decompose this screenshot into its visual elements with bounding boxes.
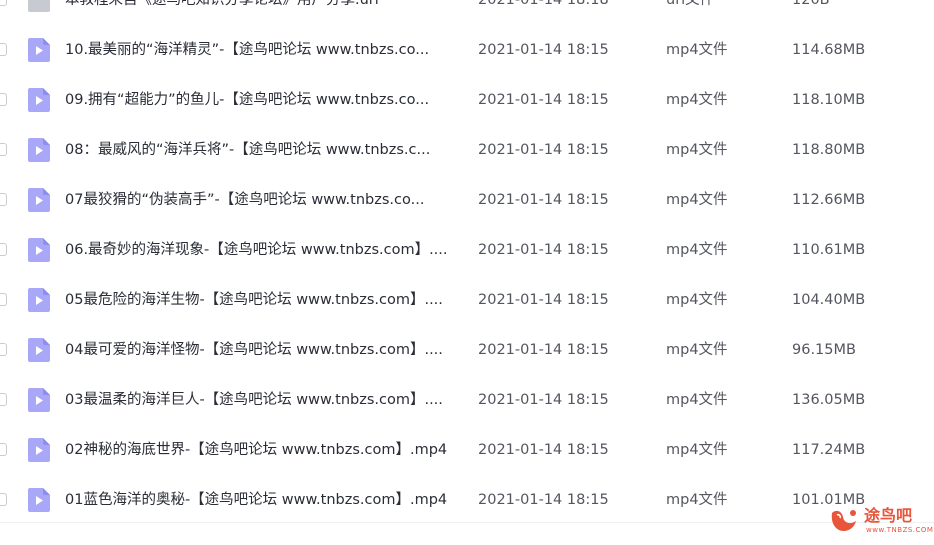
file-name[interactable]: 04最可爱的海洋怪物-【途鸟吧论坛 www.tnbzs.com】.... bbox=[65, 340, 460, 360]
file-row[interactable]: 06.最奇妙的海洋现象-【途鸟吧论坛 www.tnbzs.com】.... 202… bbox=[0, 225, 934, 275]
file-size: 104.40MB bbox=[792, 292, 866, 308]
file-date: 2021-01-14 18:15 bbox=[478, 92, 609, 108]
file-row[interactable]: 09.拥有“超能力”的鱼儿-【途鸟吧论坛 www.tnbzs.co... 2021… bbox=[0, 75, 934, 125]
file-type: mp4文件 bbox=[666, 442, 728, 458]
file-type: mp4文件 bbox=[666, 292, 728, 308]
row-checkbox[interactable] bbox=[0, 0, 7, 6]
video-file-icon bbox=[28, 38, 50, 62]
file-row[interactable]: 01蓝色海洋的奥秘-【途鸟吧论坛 www.tnbzs.com】.mp4 2021-… bbox=[0, 475, 934, 525]
file-name[interactable]: 10.最美丽的“海洋精灵”-【途鸟吧论坛 www.tnbzs.co... bbox=[65, 40, 460, 60]
row-checkbox[interactable] bbox=[0, 393, 7, 406]
file-size: 96.15MB bbox=[792, 342, 856, 358]
video-file-icon bbox=[28, 238, 50, 262]
file-size: 112.66MB bbox=[792, 192, 866, 208]
file-size: 110.61MB bbox=[792, 242, 866, 258]
video-file-icon bbox=[28, 438, 50, 462]
list-bottom-divider bbox=[0, 522, 934, 523]
video-file-icon bbox=[28, 288, 50, 312]
video-file-icon bbox=[28, 488, 50, 512]
watermark: 途鸟吧 www.TNBZS.COM bbox=[828, 503, 933, 539]
generic-file-icon bbox=[28, 0, 50, 12]
file-type: url文件 bbox=[666, 0, 715, 8]
file-date: 2021-01-14 18:15 bbox=[478, 292, 609, 308]
file-size: 136.05MB bbox=[792, 392, 866, 408]
file-name[interactable]: 本教程来自《途鸟吧知识分享论坛》用户分享.url bbox=[65, 0, 460, 10]
file-row[interactable]: 03最温柔的海洋巨人-【途鸟吧论坛 www.tnbzs.com】.... 2021… bbox=[0, 375, 934, 425]
video-file-icon bbox=[28, 338, 50, 362]
file-name[interactable]: 08：最威风的“海洋兵将”-【途鸟吧论坛 www.tnbzs.c... bbox=[65, 140, 460, 160]
file-name[interactable]: 09.拥有“超能力”的鱼儿-【途鸟吧论坛 www.tnbzs.co... bbox=[65, 90, 460, 110]
file-row[interactable]: 05最危险的海洋生物-【途鸟吧论坛 www.tnbzs.com】.... 2021… bbox=[0, 275, 934, 325]
row-checkbox[interactable] bbox=[0, 193, 7, 206]
file-size: 118.10MB bbox=[792, 92, 866, 108]
watermark-text: 途鸟吧 bbox=[864, 506, 913, 525]
bird-logo-icon bbox=[831, 510, 856, 531]
file-row[interactable]: 本教程来自《途鸟吧知识分享论坛》用户分享.url 2021-01-14 18:18… bbox=[0, 0, 934, 25]
file-name[interactable]: 07最狡猾的“伪装高手”-【途鸟吧论坛 www.tnbzs.co... bbox=[65, 190, 460, 210]
file-row[interactable]: 04最可爱的海洋怪物-【途鸟吧论坛 www.tnbzs.com】.... 2021… bbox=[0, 325, 934, 375]
file-type: mp4文件 bbox=[666, 342, 728, 358]
row-checkbox[interactable] bbox=[0, 143, 7, 156]
file-type: mp4文件 bbox=[666, 392, 728, 408]
row-checkbox[interactable] bbox=[0, 293, 7, 306]
file-name[interactable]: 03最温柔的海洋巨人-【途鸟吧论坛 www.tnbzs.com】.... bbox=[65, 390, 460, 410]
file-list: 本教程来自《途鸟吧知识分享论坛》用户分享.url 2021-01-14 18:18… bbox=[0, 0, 934, 525]
row-checkbox[interactable] bbox=[0, 243, 7, 256]
file-row[interactable]: 08：最威风的“海洋兵将”-【途鸟吧论坛 www.tnbzs.c... 2021-… bbox=[0, 125, 934, 175]
file-size: 118.80MB bbox=[792, 142, 866, 158]
file-date: 2021-01-14 18:15 bbox=[478, 192, 609, 208]
file-row[interactable]: 07最狡猾的“伪装高手”-【途鸟吧论坛 www.tnbzs.co... 2021-… bbox=[0, 175, 934, 225]
file-row[interactable]: 02神秘的海底世界-【途鸟吧论坛 www.tnbzs.com】.mp4 2021-… bbox=[0, 425, 934, 475]
file-size: 114.68MB bbox=[792, 42, 866, 58]
file-name[interactable]: 02神秘的海底世界-【途鸟吧论坛 www.tnbzs.com】.mp4 bbox=[65, 440, 460, 460]
row-checkbox[interactable] bbox=[0, 443, 7, 456]
row-checkbox[interactable] bbox=[0, 43, 7, 56]
file-type: mp4文件 bbox=[666, 142, 728, 158]
file-date: 2021-01-14 18:15 bbox=[478, 342, 609, 358]
file-type: mp4文件 bbox=[666, 242, 728, 258]
row-checkbox[interactable] bbox=[0, 343, 7, 356]
file-type: mp4文件 bbox=[666, 492, 728, 508]
video-file-icon bbox=[28, 88, 50, 112]
file-type: mp4文件 bbox=[666, 92, 728, 108]
file-date: 2021-01-14 18:15 bbox=[478, 492, 609, 508]
video-file-icon bbox=[28, 188, 50, 212]
watermark-subtext: www.TNBZS.COM bbox=[866, 526, 934, 534]
file-size: 120B bbox=[792, 0, 830, 8]
video-file-icon bbox=[28, 138, 50, 162]
file-type: mp4文件 bbox=[666, 192, 728, 208]
row-checkbox[interactable] bbox=[0, 493, 7, 506]
file-date: 2021-01-14 18:15 bbox=[478, 442, 609, 458]
file-date: 2021-01-14 18:15 bbox=[478, 242, 609, 258]
file-row[interactable]: 10.最美丽的“海洋精灵”-【途鸟吧论坛 www.tnbzs.co... 2021… bbox=[0, 25, 934, 75]
file-name[interactable]: 05最危险的海洋生物-【途鸟吧论坛 www.tnbzs.com】.... bbox=[65, 290, 460, 310]
file-date: 2021-01-14 18:15 bbox=[478, 42, 609, 58]
file-type: mp4文件 bbox=[666, 42, 728, 58]
row-checkbox[interactable] bbox=[0, 93, 7, 106]
file-date: 2021-01-14 18:15 bbox=[478, 392, 609, 408]
file-name[interactable]: 06.最奇妙的海洋现象-【途鸟吧论坛 www.tnbzs.com】.... bbox=[65, 240, 460, 260]
file-date: 2021-01-14 18:18 bbox=[478, 0, 609, 8]
file-date: 2021-01-14 18:15 bbox=[478, 142, 609, 158]
file-name[interactable]: 01蓝色海洋的奥秘-【途鸟吧论坛 www.tnbzs.com】.mp4 bbox=[65, 490, 460, 510]
video-file-icon bbox=[28, 388, 50, 412]
file-size: 117.24MB bbox=[792, 442, 866, 458]
